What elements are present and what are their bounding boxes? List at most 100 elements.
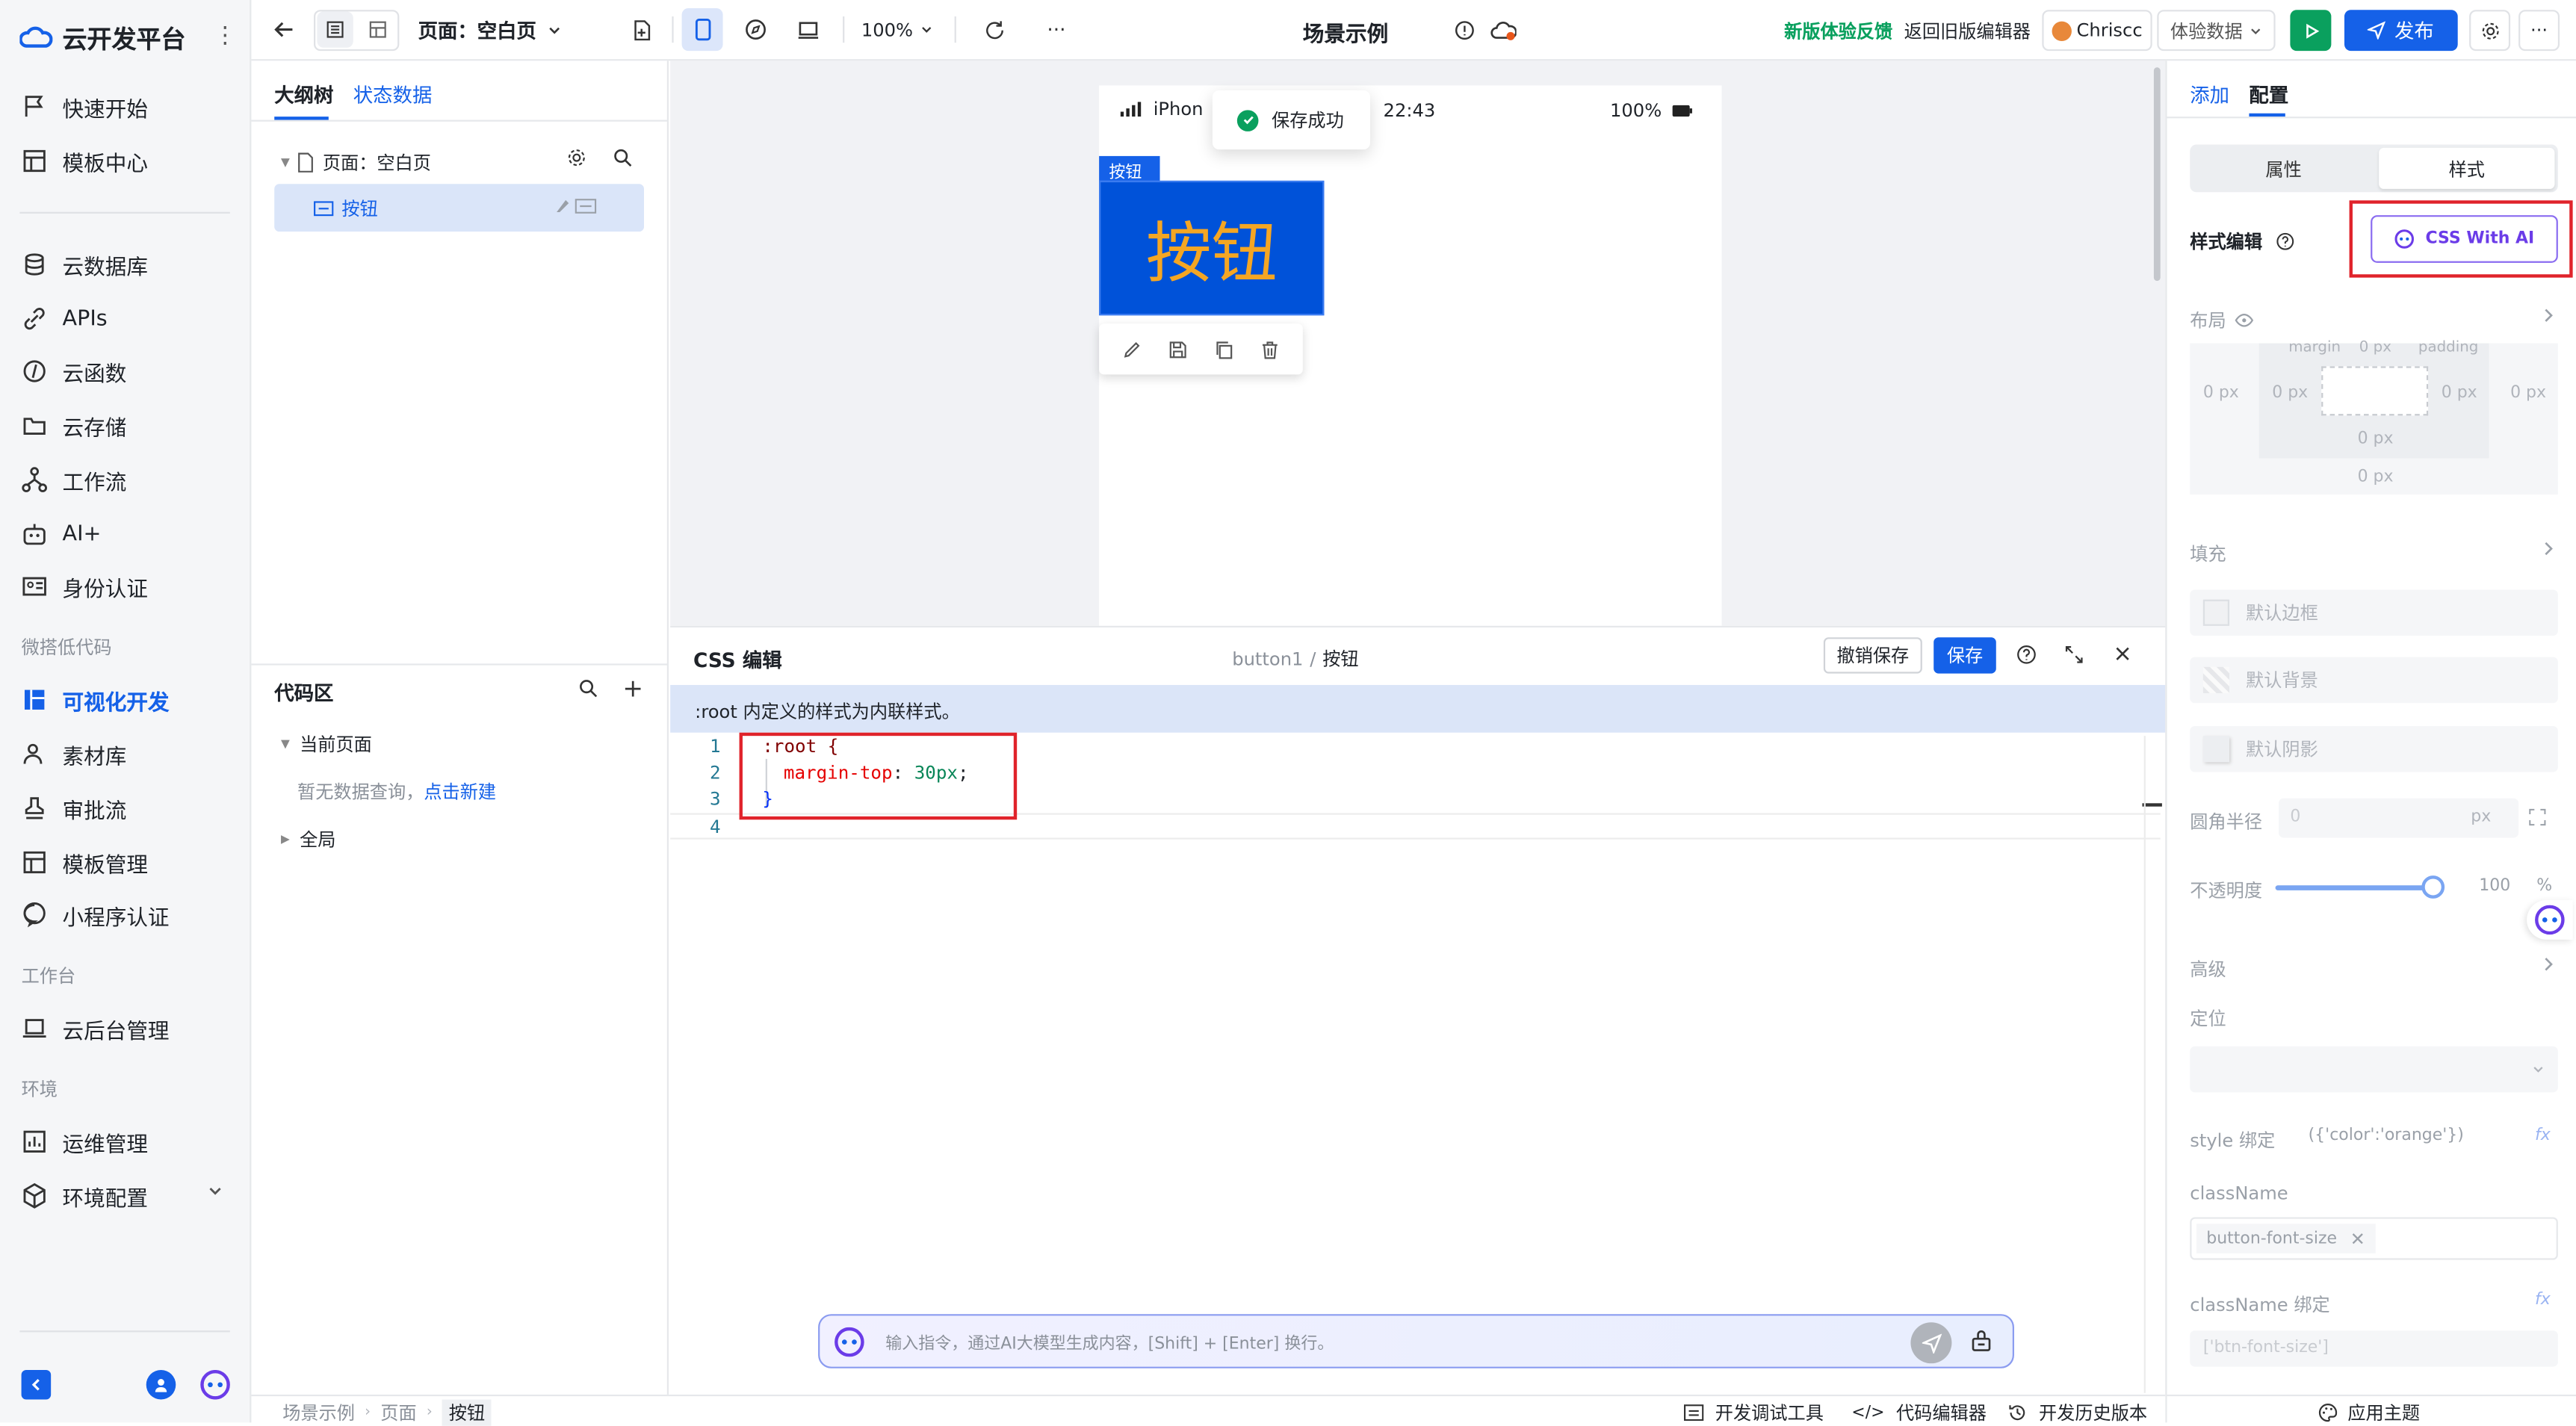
- mobile-view-icon[interactable]: [681, 7, 723, 52]
- copy-icon[interactable]: [1214, 339, 1233, 359]
- style-binding-value[interactable]: ({'color':'orange'}): [2309, 1127, 2464, 1145]
- trash-icon[interactable]: [1260, 339, 1280, 359]
- sidebar-item-miniprogram[interactable]: 小程序认证: [19, 892, 233, 938]
- margin-left-value[interactable]: 0 px: [2203, 385, 2239, 403]
- sidebar-item-storage[interactable]: 云存储: [19, 403, 233, 449]
- sidebar-item-database[interactable]: 云数据库: [19, 241, 233, 288]
- canvas-scrollbar[interactable]: [2153, 67, 2161, 282]
- save-template-icon[interactable]: [1168, 339, 1187, 359]
- ai-floating-assistant-icon[interactable]: [2527, 900, 2573, 940]
- tab-outline-tree[interactable]: 大纲树: [274, 81, 333, 108]
- edit-pencil-icon[interactable]: [1122, 339, 1142, 359]
- sidebar-menu-icon[interactable]: ⋮: [214, 23, 237, 53]
- default-shadow-row[interactable]: 默认阴影: [2190, 725, 2558, 772]
- sidebar-item-apis[interactable]: APIs: [19, 296, 233, 342]
- component-view-icon[interactable]: [360, 11, 396, 47]
- refresh-icon[interactable]: [974, 10, 1014, 49]
- breadcrumb-component[interactable]: 按钮: [442, 1399, 492, 1426]
- page-select[interactable]: 页面：空白页: [415, 10, 563, 49]
- fx-binding-icon[interactable]: fx: [2535, 1291, 2551, 1309]
- publish-button[interactable]: 发布: [2344, 10, 2458, 52]
- code-group-current-page[interactable]: ▼ 当前页面: [281, 731, 372, 757]
- search-icon[interactable]: [578, 678, 598, 698]
- margin-right-value[interactable]: 0 px: [2510, 385, 2546, 403]
- chevron-right-icon[interactable]: [2542, 956, 2555, 973]
- new-page-icon[interactable]: [621, 10, 660, 49]
- padding-left-value[interactable]: 0 px: [2272, 385, 2308, 403]
- padding-right-value[interactable]: 0 px: [2442, 385, 2477, 403]
- sidebar-item-functions[interactable]: 云函数: [19, 348, 233, 394]
- eye-icon[interactable]: [2235, 314, 2254, 327]
- more-tools-icon[interactable]: ···: [1037, 10, 1077, 49]
- history-button[interactable]: 开发历史版本: [2007, 1400, 2147, 1426]
- more-menu-button[interactable]: ···: [2518, 10, 2560, 52]
- code-editor-button[interactable]: </> 代码编辑器: [1851, 1400, 1987, 1426]
- add-code-icon[interactable]: +: [622, 674, 643, 704]
- settings-gear-icon[interactable]: [2469, 10, 2511, 52]
- tree-node-button[interactable]: 按钮: [274, 184, 645, 232]
- breadcrumb-page[interactable]: 页面: [380, 1400, 416, 1426]
- send-icon[interactable]: [1910, 1322, 1952, 1364]
- opacity-slider-track[interactable]: [2275, 885, 2433, 890]
- feedback-link[interactable]: 新版体验反馈: [1784, 18, 1892, 44]
- layout-section[interactable]: 布局: [2190, 307, 2254, 333]
- page-settings-icon[interactable]: [567, 148, 586, 167]
- revert-save-button[interactable]: 撤销保存: [1823, 637, 1922, 674]
- opacity-value[interactable]: 100: [2479, 877, 2510, 895]
- canvas-button[interactable]: 按钮: [1099, 180, 1325, 316]
- sidebar-item-template-manage[interactable]: 模板管理: [19, 840, 233, 886]
- create-query-link[interactable]: 点击新建: [424, 782, 496, 804]
- info-icon[interactable]: [1447, 10, 1480, 49]
- classname-input[interactable]: button-font-size ✕: [2190, 1217, 2558, 1260]
- sidebar-item-approval[interactable]: 审批流: [19, 785, 233, 831]
- segment-props[interactable]: 属性: [2193, 148, 2374, 189]
- sidebar-item-auth[interactable]: 身份认证: [19, 563, 233, 610]
- padding-bottom-value[interactable]: 0 px: [2358, 430, 2394, 448]
- chevron-down-icon[interactable]: [207, 1182, 223, 1199]
- preview-play-button[interactable]: [2290, 10, 2332, 52]
- hidden-component-icon[interactable]: [575, 199, 597, 214]
- compass-icon[interactable]: [736, 10, 775, 49]
- tab-state-data[interactable]: 状态数据: [353, 81, 433, 108]
- sidebar-item-cloud-admin[interactable]: 云后台管理: [19, 1005, 233, 1052]
- default-border-row[interactable]: 默认边框: [2190, 589, 2558, 636]
- dev-tools-button[interactable]: 开发调试工具: [1683, 1400, 1824, 1426]
- collapse-sidebar-icon[interactable]: [21, 1369, 52, 1400]
- sidebar-item-visual-dev[interactable]: 可视化开发: [19, 677, 233, 723]
- back-to-old-editor-link[interactable]: 返回旧版编辑器: [1904, 18, 2031, 44]
- sidebar-item-materials[interactable]: 素材库: [19, 731, 233, 778]
- sidebar-item-workflow[interactable]: 工作流: [19, 456, 233, 503]
- help-icon[interactable]: [2276, 232, 2295, 251]
- desktop-view-icon[interactable]: [789, 10, 829, 49]
- search-icon[interactable]: [613, 148, 632, 167]
- zoom-select[interactable]: 100%: [856, 10, 938, 49]
- ai-assistant-icon[interactable]: [199, 1369, 232, 1400]
- code-group-global[interactable]: ▶ 全局: [281, 826, 335, 852]
- default-background-row[interactable]: 默认背景: [2190, 657, 2558, 704]
- breadcrumb-app[interactable]: 场景示例: [282, 1400, 355, 1426]
- fx-binding-icon[interactable]: fx: [2535, 1127, 2551, 1145]
- box-top-value[interactable]: 0 px: [2359, 340, 2391, 356]
- platform-logo[interactable]: 云开发平台: [19, 19, 186, 55]
- sidebar-item-quickstart[interactable]: 快速开始: [19, 84, 233, 130]
- chevron-right-icon[interactable]: [2542, 540, 2555, 557]
- opacity-slider-handle[interactable]: [2421, 875, 2445, 899]
- sidebar-item-ops[interactable]: 运维管理: [19, 1119, 233, 1165]
- back-arrow-icon[interactable]: [264, 10, 304, 49]
- tab-add[interactable]: 添加: [2190, 81, 2229, 108]
- cloud-sync-icon[interactable]: [1485, 10, 1521, 49]
- sidebar-item-ai[interactable]: AI+: [19, 511, 233, 557]
- user-chip[interactable]: Chriscc: [2042, 10, 2152, 52]
- position-select[interactable]: [2190, 1046, 2558, 1093]
- radius-input[interactable]: 0 px: [2279, 798, 2519, 838]
- save-button[interactable]: 保存: [1933, 637, 1996, 674]
- sidebar-item-env-config[interactable]: 环境配置: [19, 1173, 233, 1219]
- close-icon[interactable]: ✕: [2350, 1228, 2365, 1250]
- sidebar-item-templates[interactable]: 模板中心: [19, 138, 233, 185]
- outline-view-icon[interactable]: [317, 11, 353, 48]
- close-icon[interactable]: [2113, 644, 2132, 663]
- margin-bottom-value[interactable]: 0 px: [2358, 468, 2394, 486]
- segment-style[interactable]: 样式: [2379, 147, 2555, 189]
- chevron-right-icon[interactable]: [2542, 307, 2555, 323]
- expand-corners-icon[interactable]: [2528, 808, 2546, 826]
